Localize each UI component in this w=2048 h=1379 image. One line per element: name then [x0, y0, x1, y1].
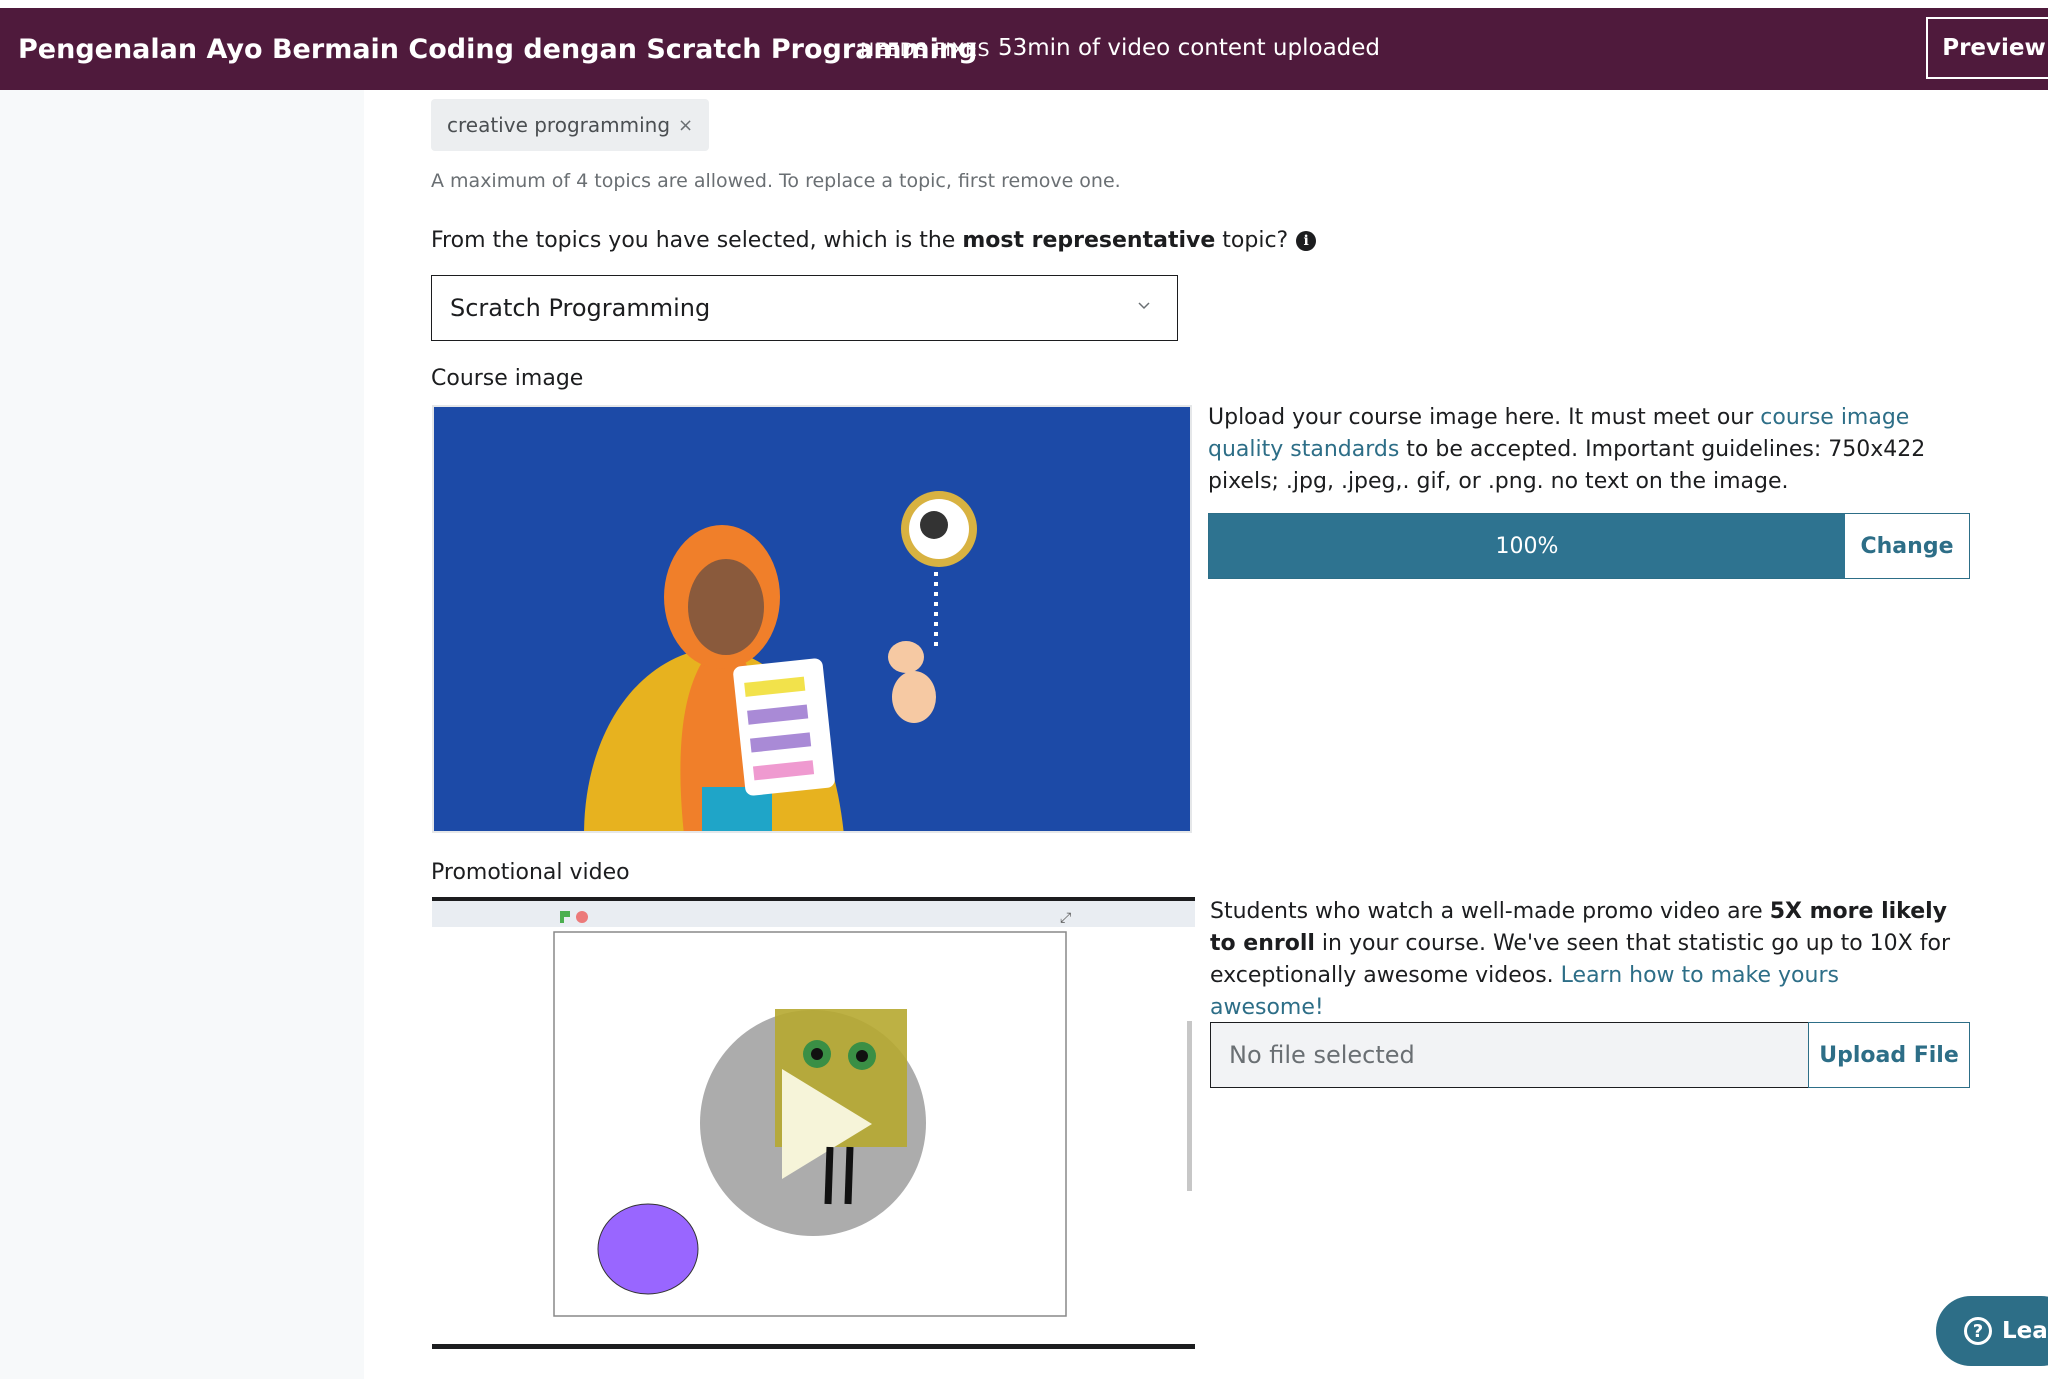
preview-button[interactable]: Preview — [1926, 17, 2048, 79]
course-header: Pengenalan Ayo Bermain Coding dengan Scr… — [0, 8, 2048, 90]
representative-topic-question: From the topics you have selected, which… — [431, 228, 1317, 253]
question-text-before: From the topics you have selected, which… — [431, 228, 963, 253]
progress-label: 100% — [1495, 533, 1559, 559]
course-image-label: Course image — [431, 366, 584, 391]
topic-chip: creative programming × — [431, 99, 710, 151]
course-image-illustration — [434, 407, 1190, 831]
course-image-description: Upload your course image here. It must m… — [1208, 402, 1958, 498]
help-label: Lea — [2002, 1318, 2048, 1344]
info-icon[interactable]: i — [1296, 230, 1317, 251]
question-text-bold: most representative — [962, 228, 1216, 253]
promo-video-description: Students who watch a well-made promo vid… — [1210, 896, 1950, 1024]
promo-video-file-field: No file selected Upload File — [1210, 1022, 1970, 1088]
topic-chip-label: creative programming — [447, 113, 671, 137]
promo-video-player[interactable]: ⤢ — [432, 897, 1195, 1349]
course-image-preview — [432, 405, 1192, 833]
help-icon: ? — [1964, 1317, 1992, 1345]
stop-icon — [576, 911, 588, 923]
file-input[interactable]: No file selected — [1211, 1023, 1809, 1087]
remove-topic-icon[interactable]: × — [678, 115, 693, 136]
representative-topic-select[interactable]: Scratch Programming — [431, 275, 1178, 341]
chevron-down-icon — [1138, 302, 1150, 310]
image-upload-progress: 100% Change — [1208, 513, 1970, 579]
question-text-after: topic? — [1215, 228, 1289, 253]
help-button[interactable]: ? Lea — [1936, 1296, 2048, 1366]
change-image-button[interactable]: Change — [1845, 514, 1969, 578]
topics-hint: A maximum of 4 topics are allowed. To re… — [431, 170, 1121, 192]
upload-status: 53min of video content uploaded — [998, 35, 1381, 61]
progress-bar: 100% — [1209, 514, 1845, 578]
left-sidebar — [0, 90, 364, 1379]
upload-file-button[interactable]: Upload File — [1808, 1022, 1970, 1088]
status-badge: NEEDS FIXES — [860, 39, 991, 61]
course-title: Pengenalan Ayo Bermain Coding dengan Scr… — [18, 34, 978, 65]
representative-topic-value: Scratch Programming — [450, 294, 711, 322]
image-desc-before: Upload your course image here. It must m… — [1208, 405, 1761, 430]
svg-text:⤢: ⤢ — [1060, 910, 1071, 926]
promo-video-label: Promotional video — [431, 860, 630, 885]
promo-video-thumbnail: ⤢ — [432, 901, 1195, 1317]
top-strip — [0, 0, 2048, 8]
video-desc-before: Students who watch a well-made promo vid… — [1210, 899, 1770, 924]
